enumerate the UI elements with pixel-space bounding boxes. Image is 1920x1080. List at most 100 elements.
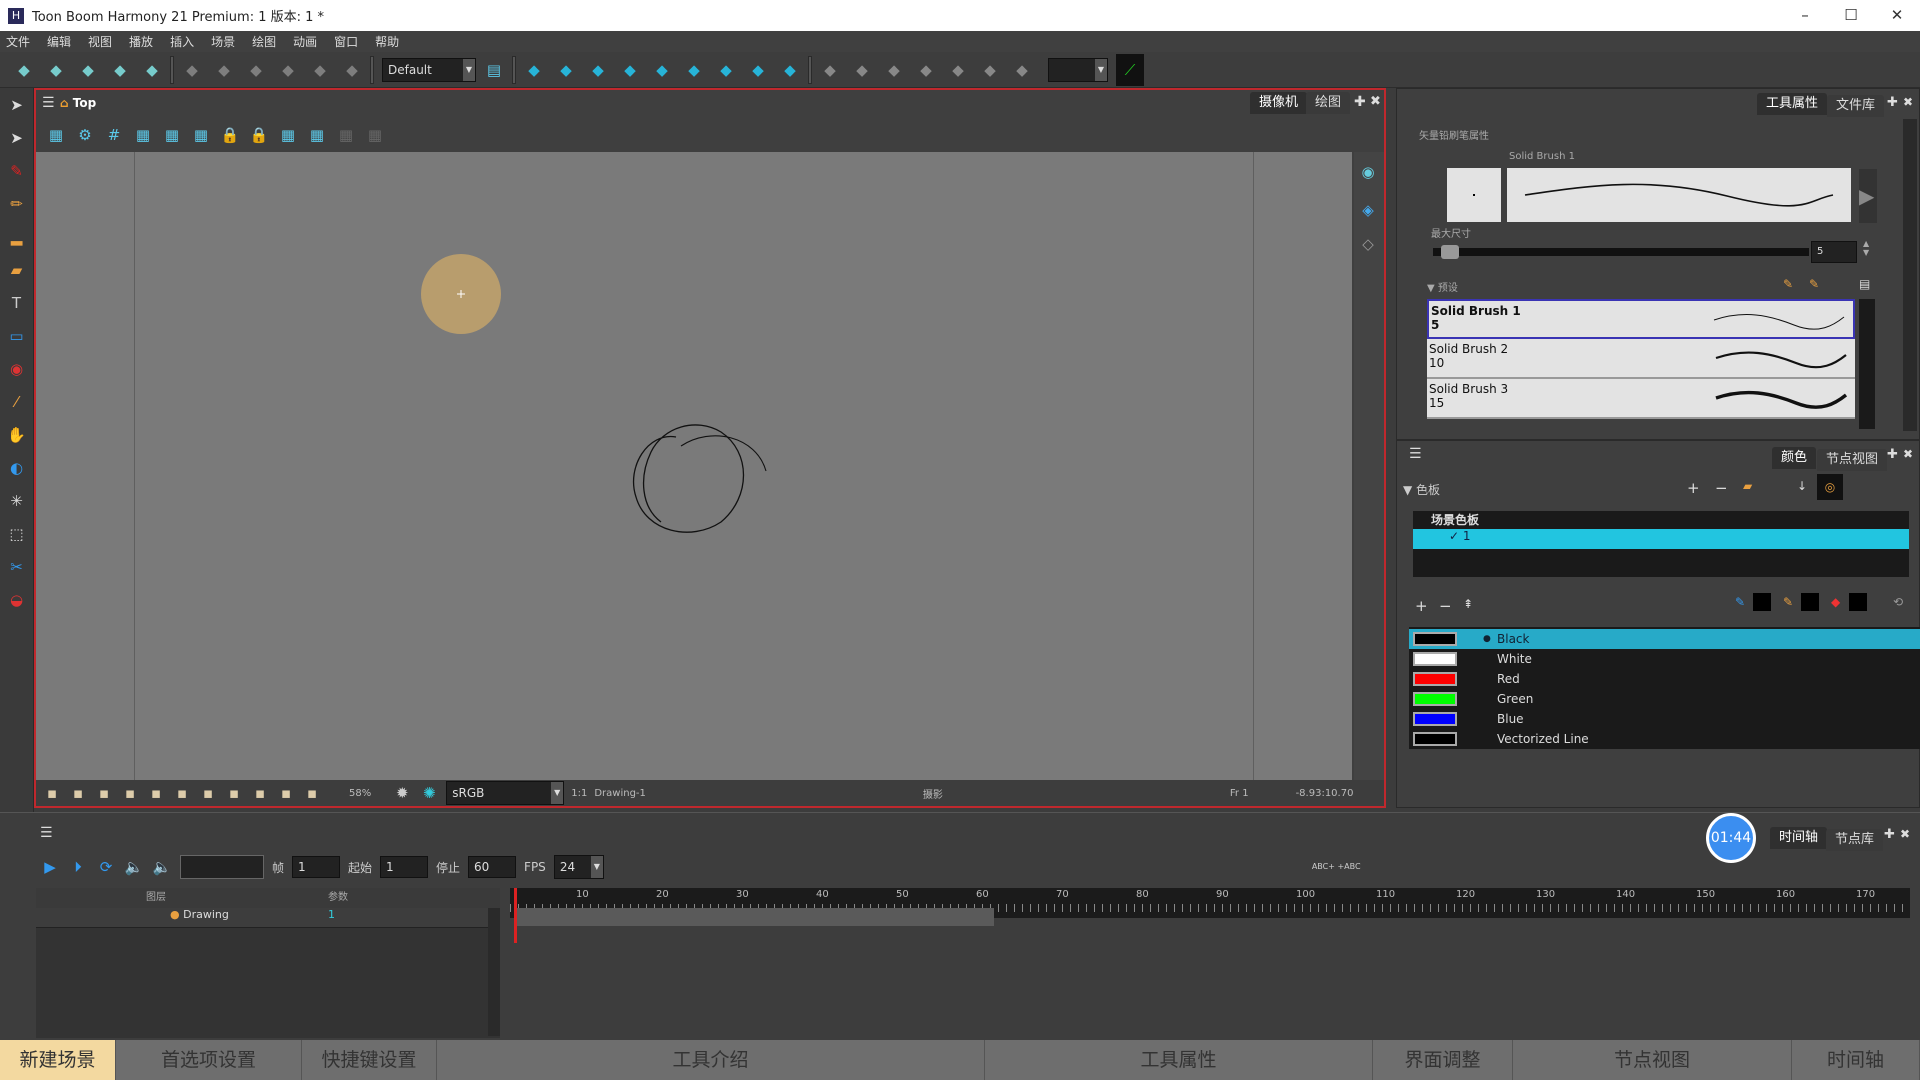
close-view-icon[interactable]: ✖ — [1903, 95, 1913, 109]
select-icon[interactable]: ➤ — [6, 95, 28, 115]
lamp-icon[interactable]: ▦ — [336, 125, 356, 145]
layers-outline-icon[interactable]: ◇ — [1358, 234, 1378, 254]
add-swatch-icon[interactable]: + — [1415, 597, 1428, 615]
workspace-select[interactable]: Default ▼ — [382, 57, 476, 82]
redo-icon[interactable]: ◆ — [214, 60, 234, 80]
menu-icon[interactable]: ☰ — [42, 95, 55, 111]
stamp-icon[interactable]: ▂ — [6, 227, 28, 247]
minimize-button[interactable]: – — [1782, 0, 1828, 31]
chapter-2[interactable]: 快捷键设置 — [302, 1040, 437, 1080]
gear-icon[interactable]: ✹ — [392, 783, 412, 803]
add-view-icon[interactable]: ✚ — [1887, 95, 1898, 110]
preview-icon[interactable]: ▪ — [302, 783, 322, 803]
chapter-5[interactable]: 界面调整 — [1373, 1040, 1513, 1080]
playback-speed-slider[interactable] — [180, 855, 264, 879]
preset-item[interactable]: Solid Brush 2 10 — [1427, 339, 1855, 379]
preset-menu-icon[interactable]: ▤ — [1859, 277, 1870, 291]
palette-item[interactable]: ✓ 1 — [1413, 529, 1909, 549]
skew-icon[interactable]: ◆ — [652, 60, 672, 80]
curve-icon[interactable]: ◆ — [948, 60, 968, 80]
motion-point-icon[interactable]: ◆ — [748, 60, 768, 80]
color-space-icon[interactable]: ✺ — [419, 783, 439, 803]
auto-light-table-icon[interactable]: ▦ — [191, 125, 211, 145]
lock-icon[interactable]: ▪ — [224, 783, 244, 803]
play-right-icon[interactable]: ▶ — [1859, 169, 1877, 223]
translate-icon[interactable]: ◆ — [556, 60, 576, 80]
pencil-color-icon[interactable]: ✎ — [1783, 595, 1793, 609]
menu-8[interactable]: 窗口 — [334, 33, 358, 50]
new-preset-icon[interactable]: ✎ — [1783, 277, 1793, 291]
max-size-slider[interactable] — [1433, 245, 1809, 259]
new-scene-icon[interactable]: ◆ — [14, 60, 34, 80]
export-icon[interactable]: ◆ — [142, 60, 162, 80]
save-icon[interactable]: ◆ — [78, 60, 98, 80]
safe-area-icon[interactable]: ▪ — [94, 783, 114, 803]
preset-item[interactable]: Solid Brush 15 — [1427, 299, 1855, 339]
menu-9[interactable]: 帮助 — [375, 33, 399, 50]
close-view-icon[interactable]: ✖ — [1370, 94, 1381, 109]
settings-icon[interactable]: ⚙ — [75, 125, 95, 145]
pivot-icon[interactable]: ✳ — [6, 491, 28, 511]
dropper-icon[interactable]: ⁄ — [6, 392, 28, 412]
spot-icon[interactable]: ▪ — [68, 783, 88, 803]
perspective-icon[interactable]: ▦ — [307, 125, 327, 145]
onion-skin-icon[interactable]: ▦ — [162, 125, 182, 145]
drawing-canvas[interactable] — [36, 152, 1352, 780]
add-view-icon[interactable]: ✚ — [1354, 94, 1366, 110]
rotate-view-icon[interactable]: ◐ — [6, 458, 28, 478]
menu-icon[interactable]: ☰ — [1409, 446, 1422, 462]
close-view-icon[interactable]: ✖ — [1900, 827, 1910, 841]
playhead[interactable] — [514, 888, 517, 943]
pencil-icon[interactable]: ✏ — [6, 194, 28, 214]
delete-preset-icon[interactable]: ✎ — [1809, 277, 1819, 291]
envelope-icon[interactable]: ◆ — [916, 60, 936, 80]
chapter-7[interactable]: 时间轴 — [1792, 1040, 1920, 1080]
fill-color-icon[interactable]: ◆ — [1831, 595, 1840, 609]
presets-scrollbar[interactable] — [1859, 299, 1875, 429]
light-icon[interactable]: ▪ — [42, 783, 62, 803]
add-view-icon[interactable]: ✚ — [1884, 827, 1895, 842]
deform-green-icon[interactable]: ⟋ — [1116, 53, 1144, 86]
rotate-icon[interactable]: ◆ — [588, 60, 608, 80]
game-bone-icon[interactable]: ◆ — [884, 60, 904, 80]
maximize-button[interactable]: ☐ — [1828, 0, 1874, 31]
menu-6[interactable]: 绘图 — [252, 33, 276, 50]
bone-icon[interactable]: ◆ — [852, 60, 872, 80]
rotation-icon[interactable]: ▪ — [276, 783, 296, 803]
line-color-icon[interactable]: ✎ — [1735, 595, 1745, 609]
swatch-row[interactable]: Red — [1409, 669, 1920, 689]
presets-toggle[interactable]: ▼ 预设 — [1427, 279, 1458, 294]
swatch-row[interactable]: Blue — [1409, 709, 1920, 729]
menu-3[interactable]: 播放 — [129, 33, 153, 50]
preset-item[interactable]: Solid Brush 3 15 — [1427, 379, 1855, 419]
undo-icon[interactable]: ◆ — [182, 60, 202, 80]
mirror-icon[interactable]: ▦ — [365, 125, 385, 145]
hand-icon[interactable]: ✋ — [6, 425, 28, 445]
tab-drawing[interactable]: 绘图 — [1306, 92, 1351, 114]
offset-icon[interactable]: ◆ — [980, 60, 1000, 80]
delete-icon[interactable]: ◆ — [342, 60, 362, 80]
frame-field[interactable]: 1 — [292, 856, 341, 878]
onion-icon[interactable]: ▪ — [198, 783, 218, 803]
spline-offset-icon[interactable]: ◆ — [716, 60, 736, 80]
palette-toggle[interactable]: ▼ 色板 — [1403, 481, 1440, 498]
loop-icon[interactable]: ⟳ — [96, 857, 116, 877]
menu-icon[interactable]: ☰ — [40, 825, 53, 841]
tab-color[interactable]: 颜色 — [1772, 447, 1817, 469]
eraser-icon[interactable]: ▰ — [6, 260, 28, 280]
palette-icon[interactable]: ◎ — [1817, 474, 1843, 500]
light-table-icon[interactable]: ▦ — [133, 125, 153, 145]
max-size-field[interactable]: 5 — [1811, 241, 1857, 263]
tab-library[interactable]: 文件库 — [1827, 95, 1885, 117]
tab-node-library[interactable]: 节点库 — [1826, 829, 1884, 851]
chapter-1[interactable]: 首选项设置 — [116, 1040, 302, 1080]
sound-icon[interactable]: 🔈 — [124, 857, 144, 877]
layers-icon[interactable]: ◈ — [1358, 200, 1378, 220]
layers-scrollbar[interactable] — [488, 908, 500, 1036]
save-as-icon[interactable]: ◆ — [110, 60, 130, 80]
zoom-level[interactable]: 58% — [349, 788, 371, 799]
swatch-row[interactable]: ● Black — [1409, 629, 1920, 649]
play-icon[interactable]: ▶ — [40, 857, 60, 877]
maximize-icon[interactable]: ◆ — [684, 60, 704, 80]
menu-4[interactable]: 插入 — [170, 33, 194, 50]
